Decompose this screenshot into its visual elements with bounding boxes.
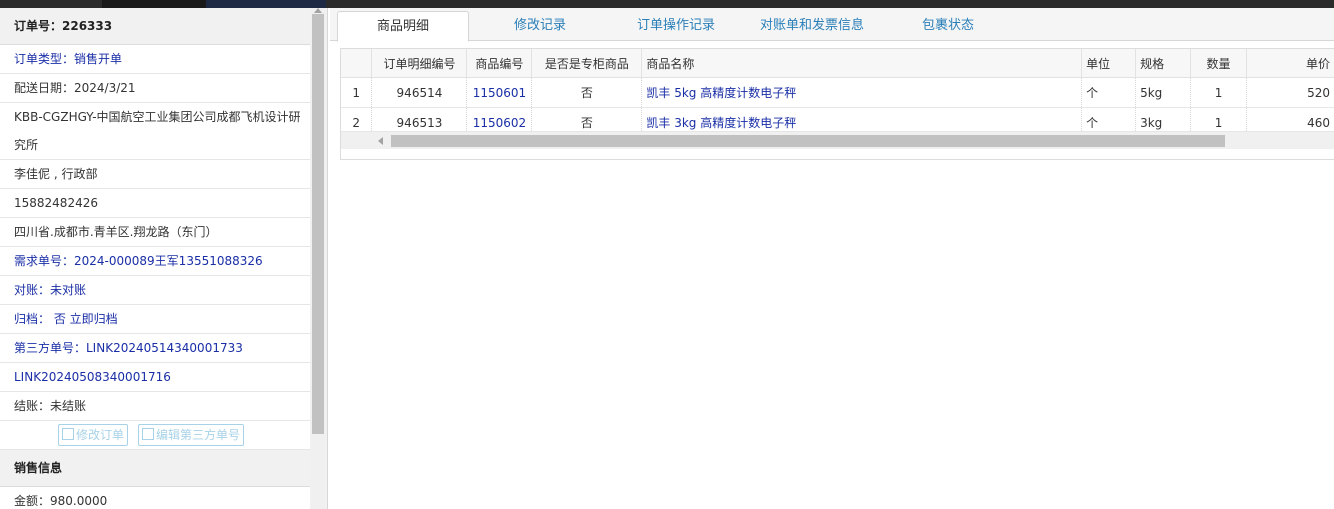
table-row[interactable]: 1 946514 1150601 否 凯丰 5kg 高精度计数电子秤 个 5kg…	[341, 77, 1334, 108]
column-header[interactable]: 订单明细编号	[371, 49, 468, 78]
customer-contact: 李佳伲 , 行政部	[0, 160, 310, 189]
left-panel-scrollbar[interactable]	[311, 8, 325, 509]
edit-third-party-label: 编辑第三方单号	[156, 428, 241, 442]
column-header[interactable]: 商品名称	[641, 49, 1083, 78]
scrollbar-thumb[interactable]	[391, 135, 1225, 147]
amount: 金额：980.0000	[0, 487, 310, 509]
tab-bar: 商品明细 修改记录 订单操作记录 对账单和发票信息 包裹状态	[330, 8, 1334, 42]
sales-info-header: 销售信息	[0, 450, 310, 487]
unit-cell: 个	[1081, 77, 1137, 108]
scroll-up-arrow-icon[interactable]	[314, 8, 322, 13]
tab-package-status[interactable]: 包裹状态	[896, 11, 1000, 40]
product-table: 订单明细编号 商品编号 是否是专柜商品 商品名称 单位 规格 数量 单价 1 9…	[341, 49, 1334, 138]
column-header[interactable]: 规格	[1135, 49, 1192, 78]
customer-company: KBB-CGZHGY-中国航空工业集团公司成都飞机设计研究所	[0, 103, 310, 160]
top-bar-segment	[0, 0, 102, 8]
settle-status: 结账：未结账	[0, 392, 310, 421]
order-type: 订单类型：销售开单	[0, 45, 310, 74]
demand-number: 需求单号：2024-000089王军13551088326	[0, 247, 310, 276]
product-detail-grid: 订单明细编号 商品编号 是否是专柜商品 商品名称 单位 规格 数量 单价 1 9…	[340, 48, 1334, 160]
counter-product-cell: 否	[531, 77, 643, 108]
delivery-address: 四川省.成都市.青羊区.翔龙路（东门）	[0, 218, 310, 247]
tab-product-details[interactable]: 商品明细	[337, 11, 469, 42]
grid-horizontal-scrollbar[interactable]	[341, 131, 1334, 149]
top-bar-segment	[206, 0, 326, 8]
edit-third-party-button[interactable]: 编辑第三方单号	[138, 424, 245, 446]
column-header[interactable]: 是否是专柜商品	[531, 49, 643, 78]
archive-status[interactable]: 归档： 否 立即归档	[0, 305, 310, 334]
order-number-header: 订单号：226333	[0, 8, 310, 45]
detail-id-cell: 946514	[371, 77, 468, 108]
edit-icon	[62, 428, 74, 440]
row-number: 1	[341, 77, 373, 108]
column-header[interactable]: 商品编号	[466, 49, 533, 78]
tab-modification-log[interactable]: 修改记录	[480, 11, 600, 40]
quantity-cell: 1	[1190, 77, 1247, 108]
action-button-row: 修改订单 编辑第三方单号	[0, 421, 310, 450]
edit-order-label: 修改订单	[76, 428, 125, 442]
delivery-date: 配送日期：2024/3/21	[0, 74, 310, 103]
reconcile-status: 对账：未对账	[0, 276, 310, 305]
product-name-link[interactable]: 凯丰 5kg 高精度计数电子秤	[641, 77, 1083, 108]
scrollbar-thumb[interactable]	[312, 14, 324, 434]
order-info-panel: 订单号：226333 订单类型：销售开单 配送日期：2024/3/21 KBB-…	[0, 8, 328, 509]
third-party-number-2: LINK20240508340001716	[0, 363, 310, 392]
detail-panel: 商品明细 修改记录 订单操作记录 对账单和发票信息 包裹状态 订单明细编号 商品…	[330, 8, 1334, 509]
table-header-row: 订单明细编号 商品编号 是否是专柜商品 商品名称 单位 规格 数量 单价	[341, 49, 1334, 78]
column-header[interactable]: 数量	[1190, 49, 1247, 78]
edit-order-button[interactable]: 修改订单	[58, 424, 129, 446]
scroll-left-arrow-icon[interactable]	[378, 137, 383, 145]
customer-phone: 15882482426	[0, 189, 310, 218]
edit-icon	[142, 428, 154, 440]
unit-price-cell: 520	[1246, 77, 1334, 108]
column-header[interactable]: 单位	[1081, 49, 1137, 78]
tab-statement-invoice[interactable]: 对账单和发票信息	[750, 11, 874, 40]
third-party-number: 第三方单号：LINK20240514340001733	[0, 334, 310, 363]
top-bar-segment	[102, 0, 206, 8]
top-bar	[0, 0, 1334, 8]
column-header[interactable]: 单价	[1246, 49, 1334, 78]
product-code-link[interactable]: 1150601	[466, 77, 533, 108]
column-header	[341, 49, 373, 78]
spec-cell: 5kg	[1135, 77, 1192, 108]
tab-order-operation-log[interactable]: 订单操作记录	[616, 11, 736, 40]
